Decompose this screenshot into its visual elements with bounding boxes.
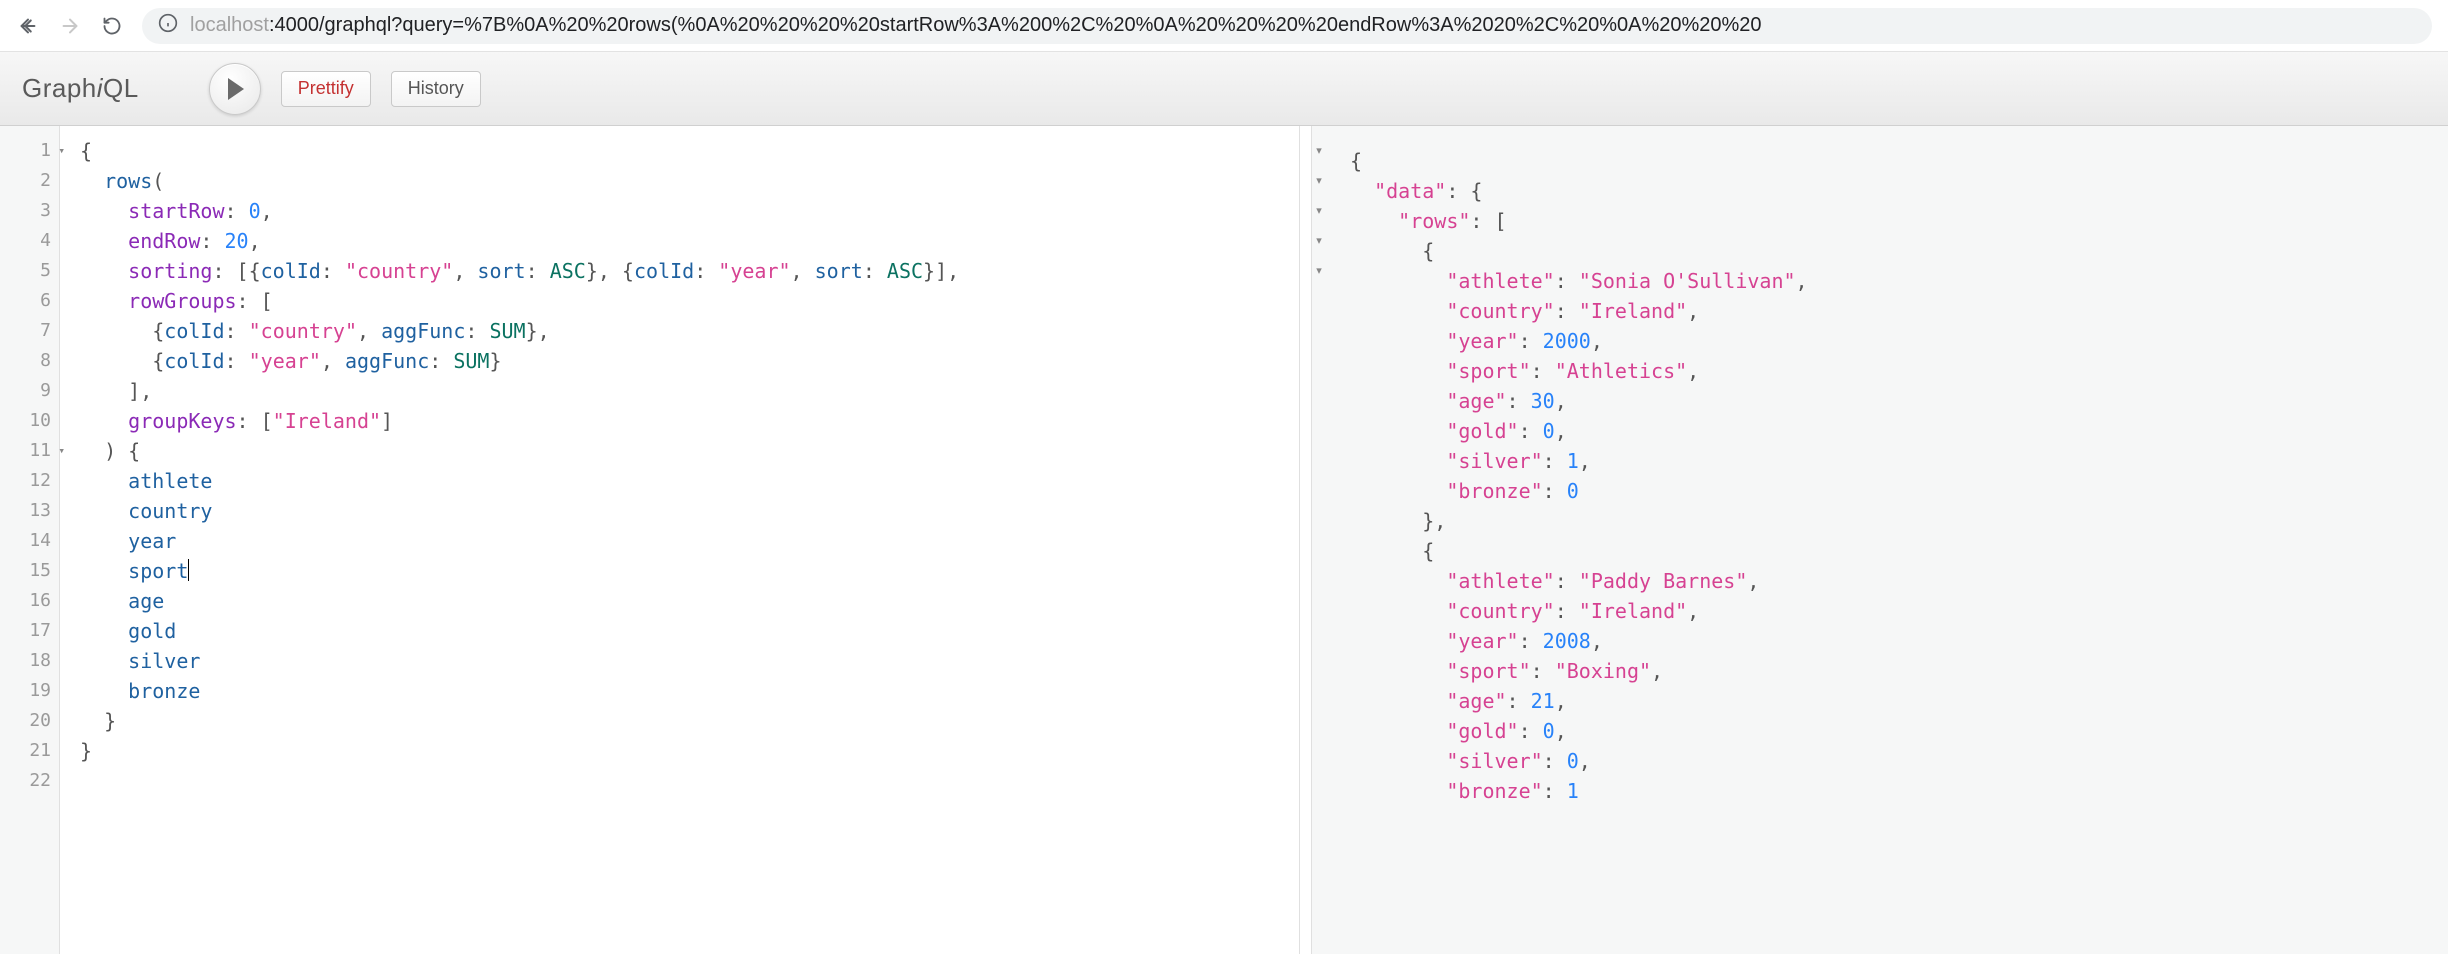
line-number: 4 (0, 226, 51, 256)
prettify-button[interactable]: Prettify (281, 71, 371, 107)
line-number: 9 (0, 376, 51, 406)
line-number: 3 (0, 196, 51, 226)
line-number: 2 (0, 166, 51, 196)
line-number: 12 (0, 466, 51, 496)
execute-button[interactable] (209, 63, 261, 115)
query-editor[interactable]: { rows( startRow: 0, endRow: 20, sorting… (60, 126, 1299, 954)
line-number: 14 (0, 526, 51, 556)
query-pane: 1 2 3 4 5 6 7 8 9 10 11 12 13 14 15 16 1… (0, 126, 1300, 954)
line-number: 15 (0, 556, 51, 586)
line-number: 8 (0, 346, 51, 376)
line-number: 17 (0, 616, 51, 646)
graphiql-logo: GraphiQL (22, 73, 139, 104)
line-gutter: 1 2 3 4 5 6 7 8 9 10 11 12 13 14 15 16 1… (0, 126, 60, 954)
line-number: 5 (0, 256, 51, 286)
line-number: 6 (0, 286, 51, 316)
site-info-icon[interactable] (158, 13, 178, 39)
line-number: 20 (0, 706, 51, 736)
result-viewer[interactable]: { "data": { "rows": [ { "athlete": "Soni… (1330, 136, 2430, 806)
line-number: 11 (0, 436, 51, 466)
line-number: 7 (0, 316, 51, 346)
line-number: 22 (0, 766, 51, 796)
line-number: 10 (0, 406, 51, 436)
browser-chrome: localhost:4000/graphql?query=%7B%0A%20%2… (0, 0, 2448, 52)
line-number: 18 (0, 646, 51, 676)
forward-button[interactable] (58, 14, 82, 38)
url-text: localhost:4000/graphql?query=%7B%0A%20%2… (190, 14, 1762, 37)
result-pane: ▾▾▾▾▾ { "data": { "rows": [ { "athlete":… (1312, 126, 2448, 954)
back-button[interactable] (16, 14, 40, 38)
line-number: 16 (0, 586, 51, 616)
address-bar[interactable]: localhost:4000/graphql?query=%7B%0A%20%2… (142, 8, 2432, 44)
history-button[interactable]: History (391, 71, 481, 107)
graphiql-toolbar: GraphiQL Prettify History (0, 52, 2448, 126)
line-number: 19 (0, 676, 51, 706)
line-number: 1 (0, 136, 51, 166)
reload-button[interactable] (100, 14, 124, 38)
result-fold-gutter: ▾▾▾▾▾ (1312, 136, 1326, 286)
main-split: 1 2 3 4 5 6 7 8 9 10 11 12 13 14 15 16 1… (0, 126, 2448, 954)
line-number: 21 (0, 736, 51, 766)
pane-divider[interactable] (1300, 126, 1312, 954)
text-cursor (188, 559, 189, 581)
line-number: 13 (0, 496, 51, 526)
